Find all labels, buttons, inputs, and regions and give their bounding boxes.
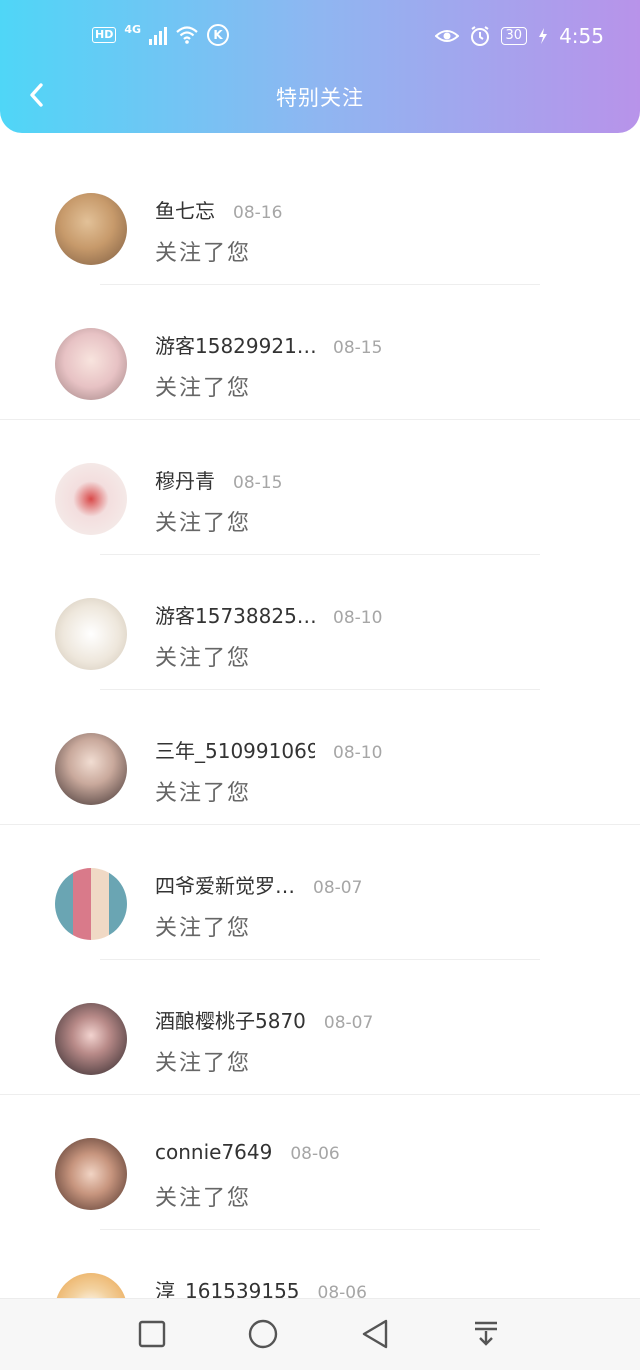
status-bar: HD 4G K 30 4:55 [0,0,640,72]
notification-drawer-icon [475,1321,497,1346]
avatar[interactable] [55,463,127,535]
user-name[interactable]: 四爷爱新觉罗… [155,870,295,899]
list-item[interactable]: 游客15829921… 08-15 关注了您 [0,285,640,420]
recents-button[interactable] [135,1317,169,1351]
follow-date: 08-15 [233,473,283,493]
action-text: 关注了您 [155,781,252,806]
eye-icon [434,30,459,42]
charging-icon [539,28,548,44]
k-icon: K [207,24,230,46]
list-item[interactable]: 四爷爱新觉罗… 08-07 关注了您 [0,825,640,960]
avatar[interactable] [55,193,127,265]
action-text: 关注了您 [155,916,252,941]
user-name[interactable]: 鱼七忘 [155,195,215,224]
follow-date: 08-07 [323,1013,374,1033]
follow-date: 08-16 [233,203,283,223]
home-button[interactable] [246,1317,280,1351]
action-text: 关注了您 [155,1186,252,1211]
user-name[interactable]: 游客15738825… [155,600,315,629]
wifi-icon [176,26,198,44]
top-header: HD 4G K 30 4:55 特别关注 [0,0,640,133]
avatar[interactable] [55,1003,127,1075]
avatar[interactable] [55,328,127,400]
avatar[interactable] [55,1138,127,1210]
follow-date: 08-07 [313,878,363,898]
action-text: 关注了您 [155,376,252,401]
list-item[interactable]: 酒酿樱桃子5870 08-07 关注了您 [0,960,640,1095]
follow-date: 08-06 [290,1144,340,1164]
list-item[interactable]: 穆丹青 08-15 关注了您 [0,420,640,555]
follow-date: 08-15 [333,338,383,358]
list-item[interactable]: 游客15738825… 08-10 关注了您 [0,555,640,690]
back-triangle-icon [362,1319,388,1349]
page-title: 特别关注 [276,86,364,110]
follow-date: 08-10 [333,608,383,628]
avatar[interactable] [55,598,127,670]
user-name[interactable]: connie7649 [155,1140,272,1164]
user-name[interactable]: 酒酿樱桃子5870 [155,1005,306,1034]
action-text: 关注了您 [155,646,252,671]
action-text: 关注了您 [155,511,252,536]
battery-icon: 30 [500,27,528,45]
list-item[interactable]: 三年_510991069 08-10 关注了您 [0,690,640,825]
status-time: 4:55 [559,24,604,48]
system-nav-bar [0,1298,640,1370]
circle-icon [248,1319,278,1349]
hd-icon: HD [92,27,117,43]
avatar[interactable] [55,733,127,805]
notification-list: 鱼七忘 08-16 关注了您 游客15829921… 08-15 关注了您 穆丹… [0,150,640,1365]
square-icon [138,1320,166,1348]
list-item[interactable]: connie7649 08-06 关注了您 [0,1095,640,1230]
action-text: 关注了您 [155,241,252,266]
list-item[interactable]: 鱼七忘 08-16 关注了您 [0,150,640,285]
network-type: 4G [124,22,142,36]
notification-drawer-button[interactable] [469,1317,503,1351]
user-name[interactable]: 三年_510991069 [155,735,315,764]
alarm-icon [470,26,489,46]
back-nav-button[interactable] [358,1317,392,1351]
user-name[interactable]: 游客15829921… [155,330,315,359]
user-name[interactable]: 穆丹青 [155,465,215,494]
avatar[interactable] [55,868,127,940]
follow-date: 08-10 [333,743,383,763]
signal-icon [149,25,168,45]
action-text: 关注了您 [155,1051,252,1076]
